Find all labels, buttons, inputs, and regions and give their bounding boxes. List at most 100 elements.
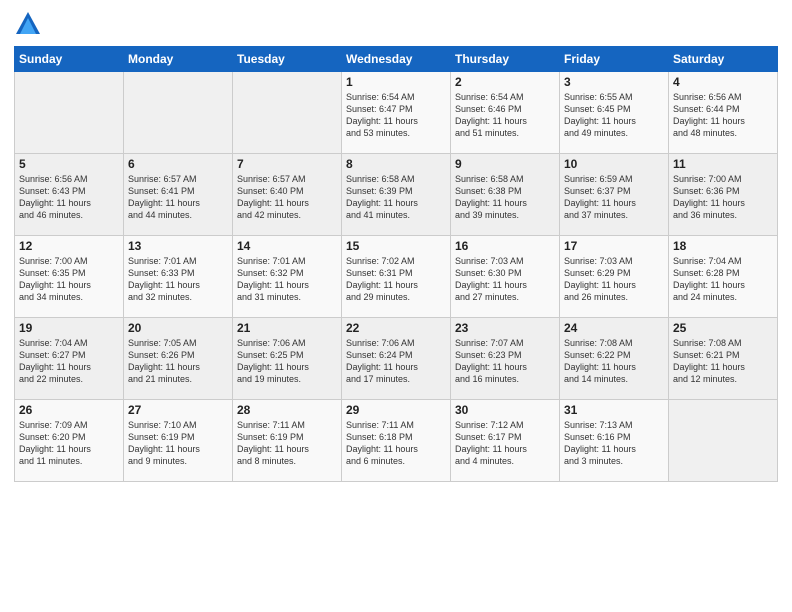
header	[14, 10, 778, 38]
calendar-cell: 29 Sunrise: 7:11 AM Sunset: 6:18 PM Dayli…	[342, 400, 451, 482]
calendar-cell: 25 Sunrise: 7:08 AM Sunset: 6:21 PM Dayli…	[669, 318, 778, 400]
day-info: Sunrise: 7:03 AM Sunset: 6:29 PM Dayligh…	[564, 255, 664, 304]
calendar-table: SundayMondayTuesdayWednesdayThursdayFrid…	[14, 46, 778, 482]
day-info: Sunrise: 6:59 AM Sunset: 6:37 PM Dayligh…	[564, 173, 664, 222]
day-number: 21	[237, 321, 337, 335]
day-number: 15	[346, 239, 446, 253]
day-number: 25	[673, 321, 773, 335]
calendar-cell: 18 Sunrise: 7:04 AM Sunset: 6:28 PM Dayli…	[669, 236, 778, 318]
calendar-cell: 8 Sunrise: 6:58 AM Sunset: 6:39 PM Daylig…	[342, 154, 451, 236]
day-info: Sunrise: 7:10 AM Sunset: 6:19 PM Dayligh…	[128, 419, 228, 468]
calendar-cell: 24 Sunrise: 7:08 AM Sunset: 6:22 PM Dayli…	[560, 318, 669, 400]
calendar-cell: 13 Sunrise: 7:01 AM Sunset: 6:33 PM Dayli…	[124, 236, 233, 318]
day-number: 6	[128, 157, 228, 171]
calendar-cell: 20 Sunrise: 7:05 AM Sunset: 6:26 PM Dayli…	[124, 318, 233, 400]
day-number: 28	[237, 403, 337, 417]
day-number: 29	[346, 403, 446, 417]
day-info: Sunrise: 7:08 AM Sunset: 6:21 PM Dayligh…	[673, 337, 773, 386]
day-info: Sunrise: 6:54 AM Sunset: 6:47 PM Dayligh…	[346, 91, 446, 140]
logo	[14, 10, 46, 38]
day-info: Sunrise: 7:04 AM Sunset: 6:27 PM Dayligh…	[19, 337, 119, 386]
day-info: Sunrise: 6:57 AM Sunset: 6:40 PM Dayligh…	[237, 173, 337, 222]
calendar-cell: 2Sunrise: 6:54 AM Sunset: 6:46 PM Daylig…	[451, 72, 560, 154]
day-info: Sunrise: 6:58 AM Sunset: 6:39 PM Dayligh…	[346, 173, 446, 222]
day-number: 26	[19, 403, 119, 417]
day-info: Sunrise: 7:03 AM Sunset: 6:30 PM Dayligh…	[455, 255, 555, 304]
calendar-cell: 22Sunrise: 7:06 AM Sunset: 6:24 PM Dayli…	[342, 318, 451, 400]
calendar-cell: 31Sunrise: 7:13 AM Sunset: 6:16 PM Dayli…	[560, 400, 669, 482]
calendar-cell	[669, 400, 778, 482]
day-number: 13	[128, 239, 228, 253]
day-number: 24	[564, 321, 664, 335]
logo-icon	[14, 10, 42, 38]
day-number: 14	[237, 239, 337, 253]
calendar-cell: 4 Sunrise: 6:56 AM Sunset: 6:44 PM Daylig…	[669, 72, 778, 154]
calendar-cell: 17 Sunrise: 7:03 AM Sunset: 6:29 PM Dayli…	[560, 236, 669, 318]
day-info: Sunrise: 6:56 AM Sunset: 6:44 PM Dayligh…	[673, 91, 773, 140]
day-number: 19	[19, 321, 119, 335]
calendar-cell: 26 Sunrise: 7:09 AM Sunset: 6:20 PM Dayli…	[15, 400, 124, 482]
day-number: 5	[19, 157, 119, 171]
day-number: 20	[128, 321, 228, 335]
day-info: Sunrise: 7:01 AM Sunset: 6:33 PM Dayligh…	[128, 255, 228, 304]
day-info: Sunrise: 7:12 AM Sunset: 6:17 PM Dayligh…	[455, 419, 555, 468]
day-number: 10	[564, 157, 664, 171]
calendar-cell: 23Sunrise: 7:07 AM Sunset: 6:23 PM Dayli…	[451, 318, 560, 400]
calendar-cell: 11 Sunrise: 7:00 AM Sunset: 6:36 PM Dayli…	[669, 154, 778, 236]
calendar-week-2: 12 Sunrise: 7:00 AM Sunset: 6:35 PM Dayli…	[15, 236, 778, 318]
day-info: Sunrise: 7:06 AM Sunset: 6:25 PM Dayligh…	[237, 337, 337, 386]
day-info: Sunrise: 7:00 AM Sunset: 6:36 PM Dayligh…	[673, 173, 773, 222]
weekday-header-tuesday: Tuesday	[233, 47, 342, 72]
day-info: Sunrise: 7:08 AM Sunset: 6:22 PM Dayligh…	[564, 337, 664, 386]
calendar-cell: 12 Sunrise: 7:00 AM Sunset: 6:35 PM Dayli…	[15, 236, 124, 318]
weekday-header-saturday: Saturday	[669, 47, 778, 72]
day-number: 4	[673, 75, 773, 89]
day-info: Sunrise: 7:04 AM Sunset: 6:28 PM Dayligh…	[673, 255, 773, 304]
day-number: 17	[564, 239, 664, 253]
day-number: 23	[455, 321, 555, 335]
day-number: 18	[673, 239, 773, 253]
day-number: 7	[237, 157, 337, 171]
calendar-cell	[124, 72, 233, 154]
day-info: Sunrise: 7:11 AM Sunset: 6:18 PM Dayligh…	[346, 419, 446, 468]
day-number: 1	[346, 75, 446, 89]
calendar-week-3: 19 Sunrise: 7:04 AM Sunset: 6:27 PM Dayli…	[15, 318, 778, 400]
day-number: 30	[455, 403, 555, 417]
day-info: Sunrise: 6:56 AM Sunset: 6:43 PM Dayligh…	[19, 173, 119, 222]
calendar-cell: 6 Sunrise: 6:57 AM Sunset: 6:41 PM Daylig…	[124, 154, 233, 236]
calendar-week-0: 1 Sunrise: 6:54 AM Sunset: 6:47 PM Daylig…	[15, 72, 778, 154]
day-info: Sunrise: 7:09 AM Sunset: 6:20 PM Dayligh…	[19, 419, 119, 468]
weekday-header-row: SundayMondayTuesdayWednesdayThursdayFrid…	[15, 47, 778, 72]
calendar-cell: 15 Sunrise: 7:02 AM Sunset: 6:31 PM Dayli…	[342, 236, 451, 318]
day-number: 3	[564, 75, 664, 89]
calendar-cell: 28 Sunrise: 7:11 AM Sunset: 6:19 PM Dayli…	[233, 400, 342, 482]
weekday-header-thursday: Thursday	[451, 47, 560, 72]
day-info: Sunrise: 6:57 AM Sunset: 6:41 PM Dayligh…	[128, 173, 228, 222]
calendar-cell: 16 Sunrise: 7:03 AM Sunset: 6:30 PM Dayli…	[451, 236, 560, 318]
day-number: 8	[346, 157, 446, 171]
day-info: Sunrise: 7:02 AM Sunset: 6:31 PM Dayligh…	[346, 255, 446, 304]
calendar-cell: 9Sunrise: 6:58 AM Sunset: 6:38 PM Daylig…	[451, 154, 560, 236]
day-info: Sunrise: 7:01 AM Sunset: 6:32 PM Dayligh…	[237, 255, 337, 304]
day-number: 9	[455, 157, 555, 171]
calendar-cell: 21 Sunrise: 7:06 AM Sunset: 6:25 PM Dayli…	[233, 318, 342, 400]
day-number: 22	[346, 321, 446, 335]
day-info: Sunrise: 7:00 AM Sunset: 6:35 PM Dayligh…	[19, 255, 119, 304]
day-number: 11	[673, 157, 773, 171]
calendar-cell	[15, 72, 124, 154]
calendar-container: SundayMondayTuesdayWednesdayThursdayFrid…	[0, 0, 792, 612]
weekday-header-wednesday: Wednesday	[342, 47, 451, 72]
day-number: 16	[455, 239, 555, 253]
calendar-week-4: 26 Sunrise: 7:09 AM Sunset: 6:20 PM Dayli…	[15, 400, 778, 482]
day-info: Sunrise: 7:11 AM Sunset: 6:19 PM Dayligh…	[237, 419, 337, 468]
calendar-cell: 7 Sunrise: 6:57 AM Sunset: 6:40 PM Daylig…	[233, 154, 342, 236]
calendar-body: 1 Sunrise: 6:54 AM Sunset: 6:47 PM Daylig…	[15, 72, 778, 482]
calendar-week-1: 5 Sunrise: 6:56 AM Sunset: 6:43 PM Daylig…	[15, 154, 778, 236]
day-number: 2	[455, 75, 555, 89]
calendar-cell: 30 Sunrise: 7:12 AM Sunset: 6:17 PM Dayli…	[451, 400, 560, 482]
day-info: Sunrise: 7:05 AM Sunset: 6:26 PM Dayligh…	[128, 337, 228, 386]
day-number: 12	[19, 239, 119, 253]
calendar-cell: 19 Sunrise: 7:04 AM Sunset: 6:27 PM Dayli…	[15, 318, 124, 400]
day-info: Sunrise: 7:13 AM Sunset: 6:16 PM Dayligh…	[564, 419, 664, 468]
weekday-header-sunday: Sunday	[15, 47, 124, 72]
